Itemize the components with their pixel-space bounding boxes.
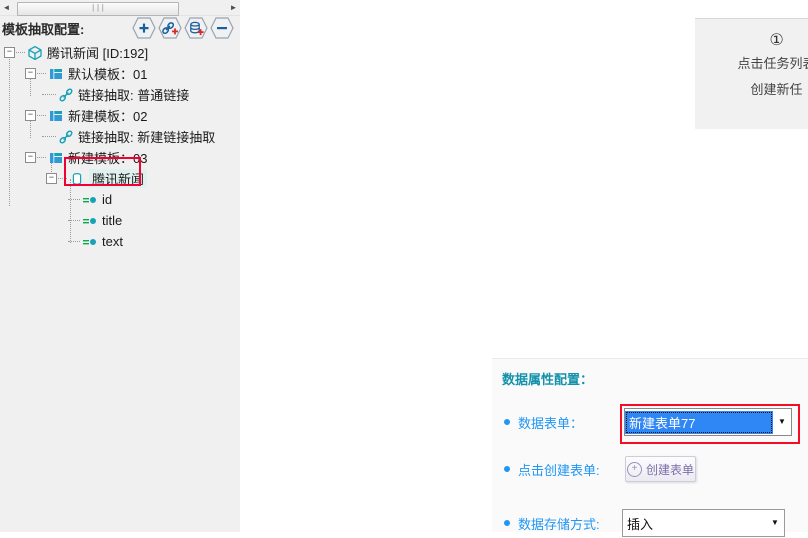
tree-connector	[42, 93, 56, 96]
hint-line-2: 创建新任	[750, 82, 803, 97]
link-icon	[58, 87, 74, 103]
tree-node-root[interactable]: − 腾讯新闻 [ID:192]	[0, 42, 240, 63]
storage-mode-select[interactable]: 插入 ▼	[622, 509, 785, 537]
left-panel: ◄ ||| ► 模板抽取配置: − 腾讯新闻 [ID:192] − 默认模板：0…	[0, 0, 240, 532]
tree-connector	[37, 114, 46, 117]
storage-mode-label-text: 数据存储方式:	[518, 516, 600, 532]
collapse-toggle-icon[interactable]: −	[46, 173, 57, 184]
form-row-data-form: 数据表单： 新建表单77 ▼ 表单ID： 95	[492, 407, 808, 437]
field-icon	[82, 236, 98, 248]
form-row-storage: 数据存储方式: 插入 ▼ 存储位置: 默认 ▼	[492, 508, 808, 538]
form-row-create-form: 点击创建表单: + 创建表单	[492, 454, 808, 484]
create-form-button[interactable]: + 创建表单	[625, 456, 696, 482]
tree-node-data-table[interactable]: − 腾讯新闻	[0, 168, 240, 189]
tree-node-label: 腾讯新闻 [ID:192]	[47, 46, 149, 61]
tree-node-link-extract-1[interactable]: 链接抽取: 普通链接	[0, 84, 240, 105]
tree-node-field-id[interactable]: id	[0, 189, 240, 210]
tree-node-link-extract-2[interactable]: 链接抽取: 新建链接抽取	[0, 126, 240, 147]
tree-node-template-03[interactable]: − 新建模板：03	[0, 147, 240, 168]
database-icon	[69, 171, 85, 187]
tree-node-label: 链接抽取: 新建链接抽取	[78, 130, 216, 145]
create-form-label: 点击创建表单:	[504, 454, 600, 484]
scrollbar-grip-icon: |||	[90, 3, 106, 13]
tree-connector	[37, 72, 46, 75]
bullet-icon	[504, 419, 510, 425]
tree-panel-header: 模板抽取配置:	[0, 15, 240, 42]
data-attribute-config-panel: 数据属性配置： 数据表单： 新建表单77 ▼ 表单ID： 95	[492, 358, 808, 537]
tree-node-label: title	[102, 213, 123, 228]
tree-connector	[68, 198, 80, 201]
main-content: ① 点击任务列表 创建新任 数据属性配置： 数据表单： 新建表单77 ▼ 表单I…	[246, 0, 808, 537]
scrollbar-thumb[interactable]: |||	[17, 1, 179, 16]
tree-panel-title: 模板抽取配置:	[2, 22, 85, 37]
add-link-button[interactable]	[158, 17, 182, 39]
hint-step-number: ①	[769, 32, 784, 49]
tree-connector	[68, 219, 80, 222]
tree-node-label: 新建模板：03	[68, 151, 148, 166]
bullet-icon	[504, 520, 510, 526]
collapse-toggle-icon[interactable]: −	[25, 110, 36, 121]
tree-connector	[68, 240, 80, 243]
create-form-button-label: 创建表单	[645, 462, 694, 477]
bullet-icon	[504, 466, 510, 472]
template-tree[interactable]: − 腾讯新闻 [ID:192] − 默认模板：01 链接抽取: 普通链接 − 新…	[0, 42, 240, 532]
collapse-toggle-icon[interactable]: −	[4, 47, 15, 58]
chevron-down-icon[interactable]: ▼	[766, 519, 784, 527]
template-icon	[48, 150, 64, 166]
collapse-toggle-icon[interactable]: −	[25, 152, 36, 163]
tree-node-label: 新建模板：02	[68, 109, 148, 124]
scrollbar-track[interactable]: |||	[13, 1, 227, 16]
scroll-left-arrow-icon[interactable]: ◄	[0, 1, 13, 15]
add-database-button[interactable]	[184, 17, 208, 39]
data-form-label: 数据表单：	[504, 407, 583, 437]
circle-plus-icon: +	[626, 461, 642, 477]
tree-node-field-title[interactable]: title	[0, 210, 240, 231]
data-form-select[interactable]: 新建表单77 ▼	[624, 408, 792, 436]
tree-node-label: 链接抽取: 普通链接	[78, 88, 190, 103]
tree-node-field-text[interactable]: text	[0, 231, 240, 252]
remove-button[interactable]	[210, 17, 234, 39]
link-icon	[58, 129, 74, 145]
tree-toolbar	[132, 17, 234, 39]
storage-mode-value: 插入	[627, 516, 654, 532]
template-icon	[48, 108, 64, 124]
hint-callout: ① 点击任务列表 创建新任	[695, 18, 808, 129]
create-form-label-text: 点击创建表单:	[518, 462, 600, 478]
tree-node-template-01[interactable]: − 默认模板：01	[0, 63, 240, 84]
tree-node-label: 默认模板：01	[68, 67, 148, 82]
tree-connector	[16, 51, 25, 54]
data-form-label-text: 数据表单：	[518, 415, 584, 431]
field-icon	[82, 194, 98, 206]
tree-connector	[58, 177, 67, 180]
field-icon	[82, 215, 98, 227]
tree-connector	[42, 135, 56, 138]
storage-mode-label: 数据存储方式:	[504, 508, 600, 538]
scroll-right-arrow-icon[interactable]: ►	[227, 1, 240, 15]
tree-node-label: 腾讯新闻	[89, 169, 148, 188]
hint-line-1: 点击任务列表	[737, 56, 808, 71]
cube-icon	[27, 45, 43, 61]
add-button[interactable]	[132, 17, 156, 39]
tree-node-label: id	[102, 192, 113, 207]
app-root: ◄ ||| ► 模板抽取配置: − 腾讯新闻 [ID:192] − 默认模板：0…	[0, 0, 808, 537]
template-icon	[48, 66, 64, 82]
tree-node-label: text	[102, 234, 123, 249]
data-form-select-value: 新建表单77	[625, 410, 773, 434]
chevron-down-icon[interactable]: ▼	[773, 418, 791, 426]
horizontal-scrollbar[interactable]: ◄ ||| ►	[0, 0, 240, 16]
collapse-toggle-icon[interactable]: −	[25, 68, 36, 79]
tree-node-template-02[interactable]: − 新建模板：02	[0, 105, 240, 126]
tree-connector	[37, 156, 46, 159]
panel-title: 数据属性配置：	[502, 372, 594, 387]
